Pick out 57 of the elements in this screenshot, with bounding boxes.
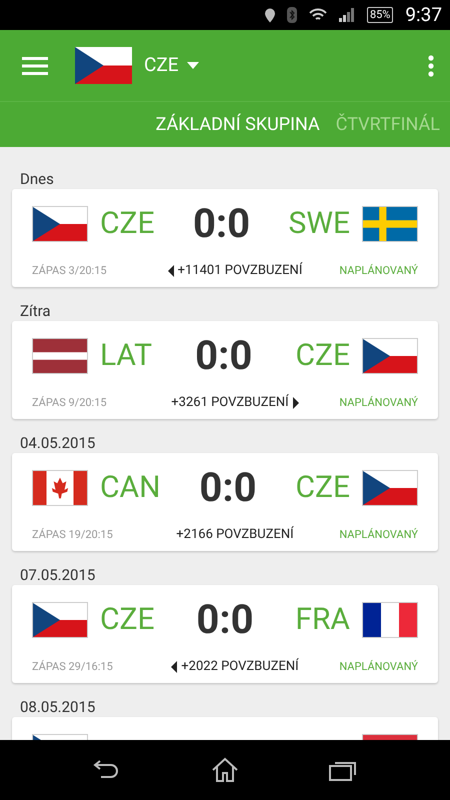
- date-heading: 04.05.2015: [19, 433, 96, 453]
- match-status: NAPLÁNOVANÝ: [338, 526, 418, 542]
- right-arrow-icon: [292, 396, 299, 409]
- match-status: NAPLÁNOVANÝ: [338, 394, 418, 410]
- team-code: CZE: [295, 473, 350, 503]
- match-status: NAPLÁNOVANÝ: [338, 262, 418, 278]
- cheers-count: +2166 POVZBUZENÍ: [176, 525, 294, 544]
- battery-level: 85%: [366, 7, 394, 23]
- match-info: ZÁPAS 19/20:15: [32, 526, 114, 542]
- match-status: NAPLÁNOVANÝ: [338, 658, 418, 674]
- team-code: SWE: [288, 209, 350, 239]
- cheers-count: +3261 POVZBUZENÍ: [171, 393, 289, 412]
- date-heading: Zítra: [19, 301, 52, 321]
- date-heading: Dnes: [19, 169, 55, 189]
- caret-icon: [186, 62, 199, 69]
- left-arrow-icon: [171, 660, 178, 673]
- home-icon[interactable]: [211, 757, 239, 783]
- match-info: ZÁPAS 9/20:15: [32, 394, 108, 410]
- flag-icon: [362, 206, 418, 242]
- cheers-count: +11401 POVZBUZENÍ: [178, 261, 302, 280]
- flag-icon: [32, 602, 88, 638]
- bluetooth-icon: [286, 7, 297, 23]
- flag-icon: [362, 602, 418, 638]
- team-code: CAN: [100, 473, 160, 503]
- date-heading: 07.05.2015: [19, 565, 96, 585]
- flag-icon: [32, 338, 88, 374]
- team-code: CZE: [100, 605, 155, 635]
- flag-icon: [362, 470, 418, 506]
- match-card[interactable]: CAN 0:0 CZE ZÁPAS 19/20:15 +2166 POVZBUZENÍ NAPLÁNOVANÝ: [12, 453, 438, 551]
- score: 0:0: [195, 336, 252, 376]
- match-card[interactable]: CZE 0:0 SWE ZÁPAS 3/20:15 +11401 POVZBUZENÍ NAPLÁNOVANÝ: [12, 189, 438, 287]
- date-heading: 08.05.2015: [19, 697, 96, 717]
- team-code: CZE: [100, 209, 155, 239]
- more-options-icon[interactable]: [428, 54, 434, 76]
- flag-icon: [32, 470, 88, 506]
- left-arrow-icon: [168, 264, 174, 277]
- flag-icon: [32, 206, 88, 242]
- flag-icon: [362, 338, 418, 374]
- team-code: FRA: [295, 605, 350, 635]
- back-icon[interactable]: [93, 760, 121, 780]
- team-code: LAT: [100, 341, 152, 371]
- recent-apps-icon[interactable]: [329, 759, 357, 781]
- score: 0:0: [196, 600, 254, 640]
- clock: 9:37: [405, 2, 442, 28]
- wifi-icon: [308, 8, 327, 22]
- menu-icon[interactable]: [22, 56, 48, 74]
- flag-icon: [75, 47, 132, 84]
- cheers-count: +2022 POVZBUZENÍ: [181, 657, 299, 676]
- team-code: CZE: [295, 341, 350, 371]
- match-card[interactable]: LAT 0:0 CZE ZÁPAS 9/20:15 +3261 POVZBUZENÍ NAPLÁNOVANÝ: [12, 321, 438, 419]
- location-icon: [264, 8, 275, 22]
- match-info: ZÁPAS 29/16:15: [32, 658, 114, 674]
- match-info: ZÁPAS 3/20:15: [32, 262, 108, 278]
- score: 0:0: [192, 204, 250, 244]
- match-card[interactable]: CZE 0:0 FRA ZÁPAS 29/16:15 +2022 POVZBUZENÍ NAPLÁNOVANÝ: [12, 585, 438, 683]
- score: 0:0: [199, 468, 257, 508]
- signal-icon: [338, 8, 355, 22]
